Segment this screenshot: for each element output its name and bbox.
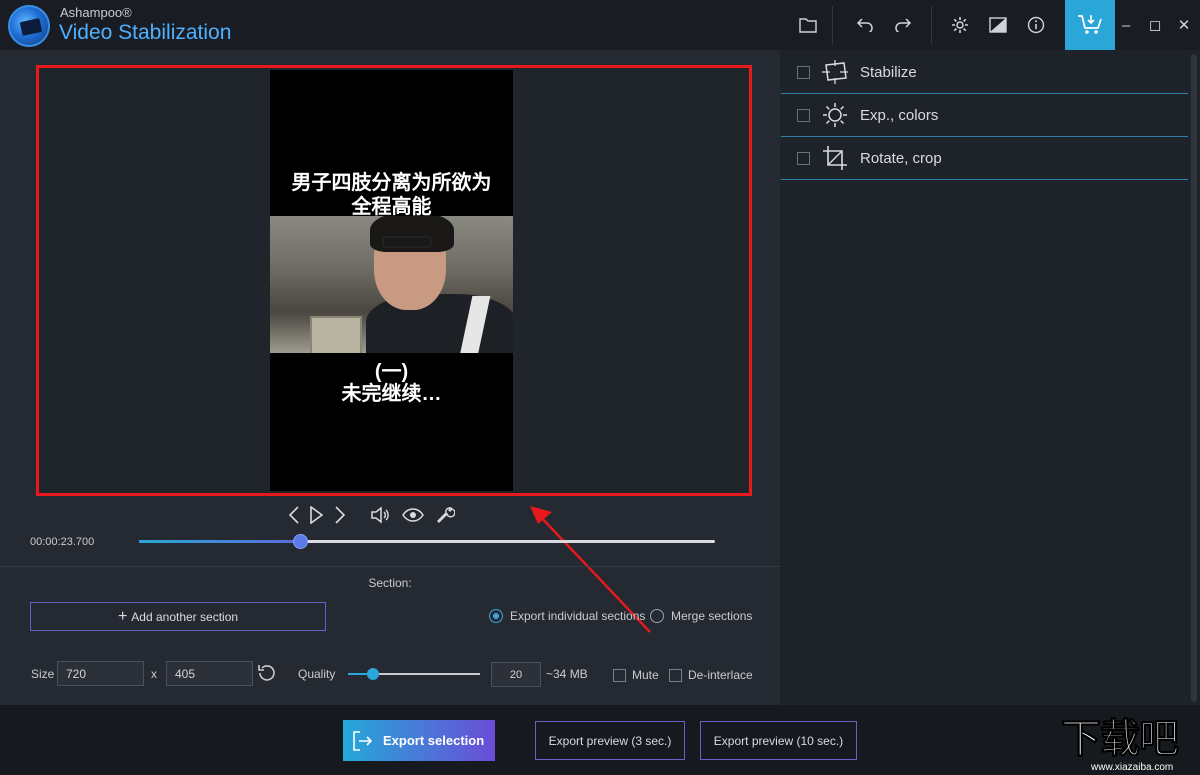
radio-indicator[interactable] <box>489 609 503 623</box>
settings-gear-icon[interactable] <box>941 0 979 50</box>
section-label: Section: <box>368 576 412 590</box>
radio-export-individual-label: Export individual sections <box>510 609 646 623</box>
next-frame-icon[interactable] <box>330 503 350 527</box>
play-icon[interactable] <box>306 503 326 527</box>
export-icon <box>343 730 383 751</box>
video-preview: 男子四肢分离为所欲为 全程高能 (一) 未完继续… <box>36 65 752 496</box>
close-button[interactable]: ✕ <box>1170 0 1198 50</box>
crop-icon <box>820 145 850 171</box>
watermark-chars: 下载吧 <box>1061 717 1180 762</box>
minimize-button[interactable]: – <box>1112 0 1140 50</box>
stabilize-icon <box>820 59 850 85</box>
reset-size-icon[interactable] <box>258 664 276 682</box>
scrollbar[interactable] <box>1191 54 1197 702</box>
radio-export-individual[interactable]: Export individual sections <box>489 609 645 623</box>
radio-merge-sections[interactable]: Merge sections <box>650 609 752 623</box>
deinterlace-label: De-interlace <box>688 668 753 682</box>
stabilize-label: Stabilize <box>860 63 917 81</box>
cart-download-icon[interactable] <box>1065 0 1115 50</box>
exposure-colors-checkbox[interactable] <box>797 108 810 122</box>
rotate-crop-checkbox[interactable] <box>797 151 810 165</box>
video-subtitle-bottom-2: 未完继续… <box>341 383 442 405</box>
add-section-button[interactable]: + Add another section <box>30 602 326 631</box>
mute-label: Mute <box>632 668 659 682</box>
watermark-url: www.xiazaiba.com <box>1091 762 1174 773</box>
app-title: Video Stabilization <box>59 21 232 44</box>
seek-progress <box>139 540 301 543</box>
brand-name: Ashampoo® <box>60 5 132 20</box>
exposure-colors-label: Exp., colors <box>860 106 939 124</box>
effect-stabilize[interactable]: Stabilize <box>781 51 1188 94</box>
quality-value-input[interactable]: 20 <box>491 662 541 687</box>
wrench-icon[interactable] <box>435 503 457 527</box>
file-size-estimate: ~34 MB <box>546 667 588 681</box>
deinterlace-checkbox[interactable] <box>669 669 682 682</box>
quality-label: Quality <box>298 667 336 681</box>
sun-icon <box>820 102 850 128</box>
compare-icon[interactable] <box>979 0 1017 50</box>
video-subtitle-top-2: 全程高能 <box>351 196 432 218</box>
quality-slider-handle[interactable] <box>367 668 380 680</box>
divider <box>0 566 780 567</box>
seek-bar[interactable] <box>139 534 715 549</box>
volume-icon[interactable] <box>369 503 391 527</box>
rotate-crop-label: Rotate, crop <box>860 149 942 167</box>
info-icon[interactable] <box>1017 0 1055 50</box>
radio-indicator[interactable] <box>650 609 664 623</box>
mute-checkbox[interactable] <box>613 669 626 682</box>
eye-icon[interactable] <box>401 503 425 527</box>
effect-rotate-crop[interactable]: Rotate, crop <box>781 137 1188 180</box>
effects-panel: Stabilize Exp., colors Rotate, crop <box>781 50 1200 705</box>
export-preview-10-button[interactable]: Export preview (10 sec.) <box>700 721 857 760</box>
size-label: Size <box>31 667 55 681</box>
radio-merge-label: Merge sections <box>671 609 753 623</box>
quality-slider[interactable] <box>348 668 480 680</box>
export-preview-3-button[interactable]: Export preview (3 sec.) <box>535 721 685 760</box>
maximize-button[interactable]: ◻ <box>1141 0 1169 50</box>
size-times: x <box>151 667 157 681</box>
width-input[interactable]: 720 <box>57 661 144 686</box>
timecode: 00:00:23.700 <box>30 536 95 548</box>
redo-icon[interactable] <box>884 0 922 50</box>
undo-icon[interactable] <box>846 0 884 50</box>
app-logo <box>8 5 50 47</box>
video-frame: 男子四肢分离为所欲为 全程高能 (一) 未完继续… <box>270 70 513 491</box>
prev-frame-icon[interactable] <box>284 503 304 527</box>
add-section-label: Add another section <box>131 609 239 624</box>
video-image <box>270 216 513 353</box>
site-watermark: 下载吧 www.xiazaiba.com <box>1061 716 1197 775</box>
title-bar: Ashampoo® Video Stabilization – ◻ ✕ <box>0 0 1200 50</box>
plus-icon: + <box>117 607 128 625</box>
height-input[interactable]: 405 <box>166 661 253 686</box>
effect-exposure-colors[interactable]: Exp., colors <box>781 94 1188 137</box>
export-selection-button[interactable]: Export selection <box>343 720 495 761</box>
stabilize-checkbox[interactable] <box>797 65 810 79</box>
folder-icon[interactable] <box>789 0 827 50</box>
export-selection-label: Export selection <box>383 733 485 748</box>
